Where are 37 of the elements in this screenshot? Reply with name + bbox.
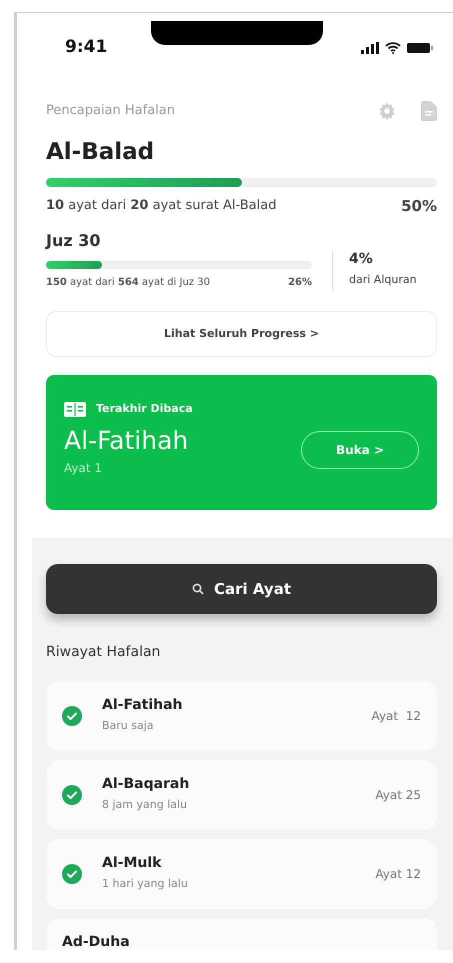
quran-percent: 4% <box>349 250 374 269</box>
surah-title: Al-Balad <box>46 138 156 167</box>
search-icon <box>192 583 204 595</box>
history-ayah: Ayat 25 <box>375 787 421 804</box>
settings-icon[interactable] <box>377 101 397 121</box>
history-time: Baru saja <box>102 718 155 734</box>
history-surah: Al-Mulk <box>102 854 162 873</box>
history-surah: Al-Fatihah <box>102 696 183 715</box>
last-read-ayah: Ayat 1 <box>64 460 104 477</box>
juz-summary: 150 ayat dari 564 ayat di Juz 30 <box>46 276 210 290</box>
juz-percent: 26% <box>288 276 312 290</box>
juz-title: Juz 30 <box>46 230 102 252</box>
document-icon[interactable] <box>421 101 437 121</box>
history-item[interactable]: Al-Fatihah Baru saja Ayat 12 <box>46 681 437 751</box>
wifi-icon <box>385 42 401 54</box>
status-time: 9:41 <box>65 36 108 60</box>
history-item[interactable]: Al-Mulk 1 hari yang lalu Ayat 12 <box>46 839 437 909</box>
last-read-surah: Al-Fatihah <box>64 424 190 456</box>
open-book-icon <box>64 402 86 417</box>
history-title: Riwayat Hafalan <box>46 643 162 662</box>
history-time: 8 jam yang lalu <box>102 797 188 813</box>
signal-icon <box>361 42 379 54</box>
history-item[interactable]: Ad-Duha <box>46 918 437 950</box>
view-progress-button[interactable]: Lihat Seluruh Progress > <box>46 311 437 357</box>
history-ayah: Ayat 12 <box>372 708 421 725</box>
quran-label: dari Alquran <box>349 272 417 288</box>
history-surah: Ad-Duha <box>62 933 130 950</box>
history-surah: Al-Baqarah <box>102 775 190 794</box>
battery-icon <box>407 42 433 54</box>
section-title: Pencapaian Hafalan <box>46 102 175 120</box>
last-read-label: Terakhir Dibaca <box>96 401 193 417</box>
history-time: 1 hari yang lalu <box>102 876 188 892</box>
surah-percent: 50% <box>401 196 437 216</box>
history-item[interactable]: Al-Baqarah 8 jam yang lalu Ayat 25 <box>46 760 437 830</box>
surah-summary: 10 ayat dari 20 ayat surat Al-Balad <box>46 197 276 215</box>
history-ayah: Ayat 12 <box>375 866 421 883</box>
search-button[interactable]: Cari Ayat <box>46 564 437 614</box>
